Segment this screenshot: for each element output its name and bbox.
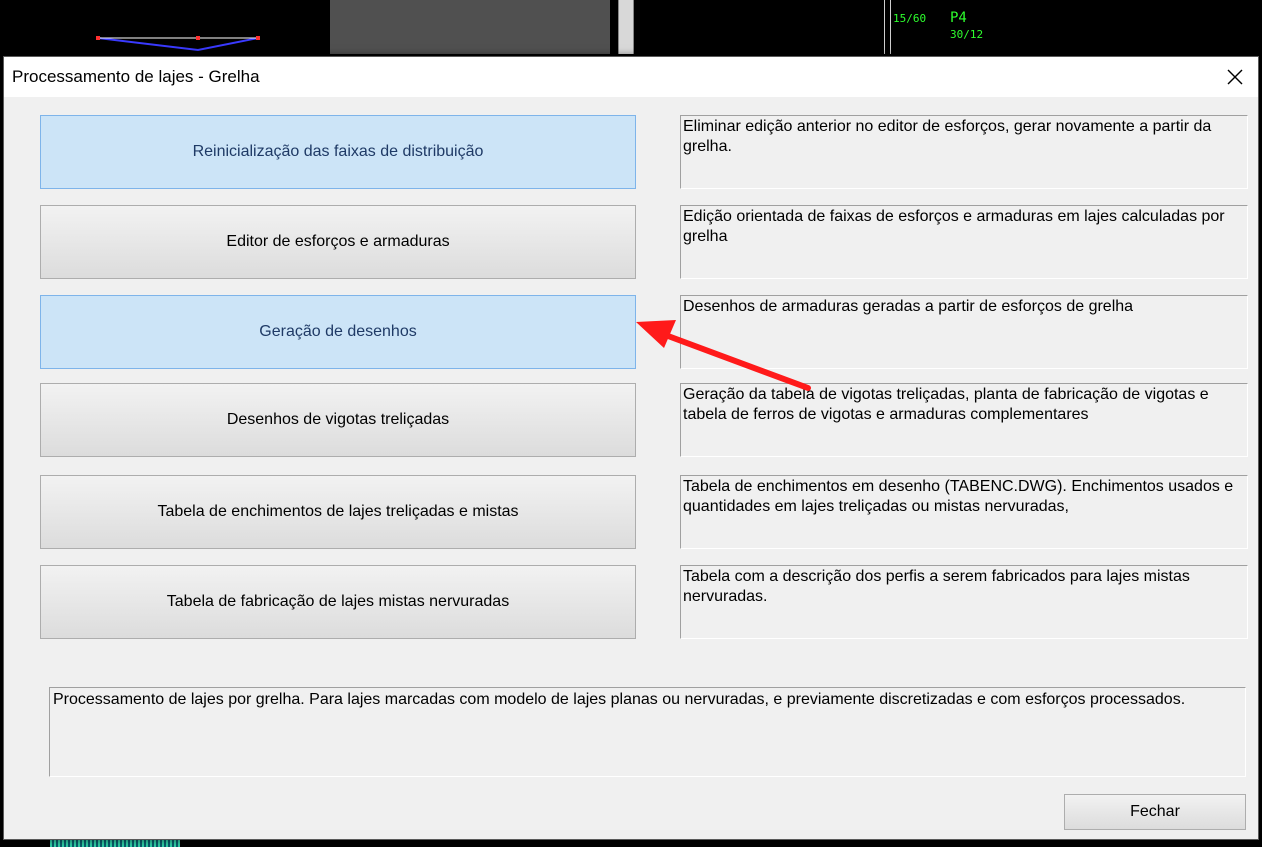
description-box: Edição orientada de faixas de esforços e… [680,205,1248,279]
fabrication-table-button[interactable]: Tabela de fabricação de lajes mistas ner… [40,565,636,639]
close-icon [1227,69,1243,85]
reset-distribution-strips-button[interactable]: Reinicialização das faixas de distribuiç… [40,115,636,189]
status-text: Processamento de lajes por grelha. Para … [53,691,1186,708]
cad-label: P4 [950,10,967,26]
processing-dialog: Processamento de lajes - Grelha Reinicia… [3,56,1259,840]
button-label: Editor de esforços e armaduras [226,233,450,250]
cad-drawing [96,36,260,52]
cad-label: 30/12 [950,28,984,41]
cad-line [884,0,885,54]
button-label: Fechar [1130,803,1180,820]
description-box: Tabela de enchimentos em desenho (TABENC… [680,475,1248,549]
joist-drawings-button[interactable]: Desenhos de vigotas treliçadas [40,383,636,457]
button-label: Tabela de fabricação de lajes mistas ner… [166,593,510,610]
generate-drawings-button[interactable]: Geração de desenhos [40,295,636,369]
description-box: Tabela com a descrição dos perfis a sere… [680,565,1248,639]
button-label: Tabela de enchimentos de lajes treliçada… [157,503,519,520]
button-label: Geração de desenhos [259,323,417,340]
cad-label: 15/60 [893,12,927,25]
description-text: Eliminar edição anterior no editor de es… [683,118,1212,155]
cad-viewport-mid [330,0,610,54]
dialog-title: Processamento de lajes - Grelha [12,67,260,86]
status-description: Processamento de lajes por grelha. Para … [49,687,1246,777]
viewport-splitter[interactable] [618,0,634,54]
description-text: Tabela com a descrição dos perfis a sere… [683,568,1190,605]
title-bar: Processamento de lajes - Grelha [4,57,1258,97]
description-text: Tabela de enchimentos em desenho (TABENC… [683,478,1234,515]
description-text: Edição orientada de faixas de esforços e… [683,208,1225,245]
cad-line [890,0,891,54]
description-box: Eliminar edição anterior no editor de es… [680,115,1248,189]
description-text: Geração da tabela de vigotas treliçadas,… [683,386,1209,423]
button-label: Desenhos de vigotas treliçadas [226,411,450,428]
description-text: Desenhos de armaduras geradas a partir d… [683,298,1134,315]
description-box: Geração da tabela de vigotas treliçadas,… [680,383,1248,457]
close-dialog-button[interactable]: Fechar [1064,794,1246,830]
description-box: Desenhos de armaduras geradas a partir d… [680,295,1248,369]
button-label: Reinicialização das faixas de distribuiç… [192,143,484,160]
forces-reinforcement-editor-button[interactable]: Editor de esforços e armaduras [40,205,636,279]
close-button[interactable] [1218,61,1252,93]
cad-viewport-left [12,0,332,54]
filler-table-button[interactable]: Tabela de enchimentos de lajes treliçada… [40,475,636,549]
